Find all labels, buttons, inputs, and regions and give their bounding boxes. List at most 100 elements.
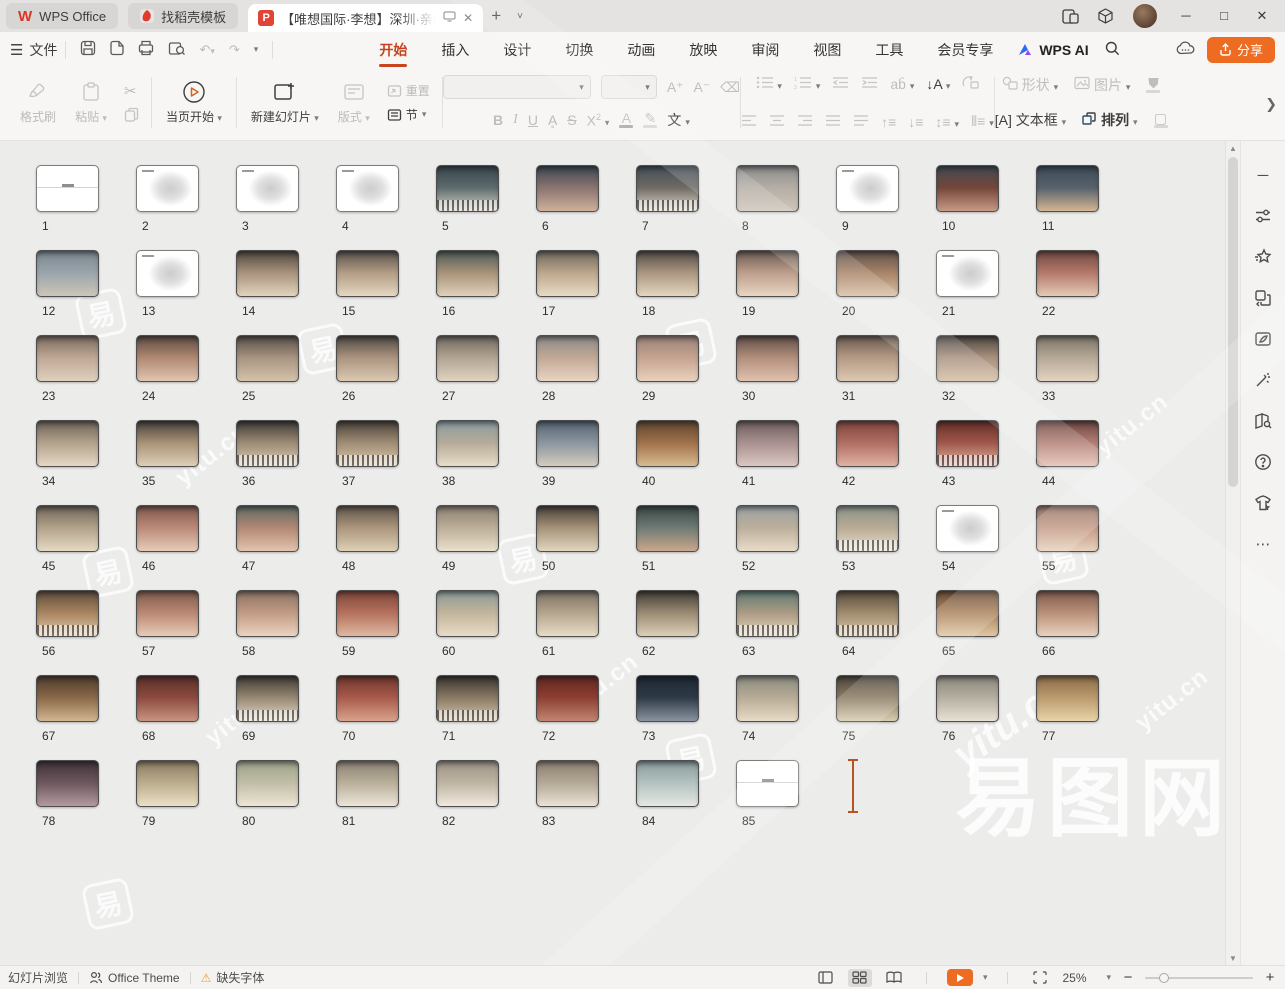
decrease-indent-button[interactable] xyxy=(832,76,849,92)
slide-thumbnail[interactable] xyxy=(436,505,499,552)
format-painter-button[interactable]: 格式刷 xyxy=(14,78,62,127)
decrease-font-icon[interactable]: A⁻ xyxy=(694,79,711,96)
search-icon[interactable] xyxy=(1105,41,1120,59)
share-button[interactable]: 分享 xyxy=(1207,37,1275,63)
slide-thumbnail[interactable] xyxy=(236,420,299,467)
wps-ai-button[interactable]: WPS AI xyxy=(1017,42,1088,58)
slide-thumbnail[interactable] xyxy=(736,590,799,637)
slide-thumbnail[interactable] xyxy=(636,250,699,297)
clear-format-icon[interactable]: ⌫ xyxy=(720,79,740,96)
effects-star-icon[interactable] xyxy=(1251,245,1275,269)
vertical-text-button[interactable]: ↓A ▾ xyxy=(926,76,950,92)
outline-color-button[interactable]: ▢ xyxy=(1154,113,1168,128)
justify-button[interactable] xyxy=(825,114,841,130)
slide-thumbnail[interactable] xyxy=(836,590,899,637)
align-right-button[interactable] xyxy=(797,114,813,130)
slide-thumbnail[interactable] xyxy=(236,505,299,552)
section-button[interactable]: 节 ▾ xyxy=(383,103,434,127)
line-spacing-button[interactable]: ↕≡ ▾ xyxy=(935,114,959,130)
multi-device-icon[interactable] xyxy=(1055,9,1086,24)
slide-thumbnail[interactable] xyxy=(136,420,199,467)
slide-thumbnail[interactable] xyxy=(236,760,299,807)
slide-thumbnail[interactable] xyxy=(536,760,599,807)
skin-theme-icon[interactable] xyxy=(1251,491,1275,515)
new-tab-button[interactable]: + xyxy=(483,6,509,26)
tab-animation[interactable]: 动画 xyxy=(625,34,657,66)
file-menu[interactable]: ☰ 文件 xyxy=(10,40,57,60)
find-assets-icon[interactable] xyxy=(1251,409,1275,433)
collapse-panel-icon[interactable]: ─ xyxy=(1251,163,1275,187)
tab-list-button[interactable]: ˅ xyxy=(509,11,531,22)
theme-button[interactable]: Office Theme xyxy=(89,971,180,985)
superscript-button[interactable]: X2 ▾ xyxy=(587,112,610,129)
slide-sorter-view-button[interactable] xyxy=(848,969,872,987)
slide-thumbnail[interactable] xyxy=(736,165,799,212)
slide-thumbnail[interactable] xyxy=(836,505,899,552)
slide-thumbnail[interactable] xyxy=(336,335,399,382)
user-avatar[interactable] xyxy=(1133,4,1157,28)
tab-insert[interactable]: 插入 xyxy=(439,34,471,66)
slide-thumbnail[interactable] xyxy=(1036,420,1099,467)
slide-thumbnail[interactable] xyxy=(36,590,99,637)
play-from-current-button[interactable]: 当页开始 ▾ xyxy=(160,78,228,127)
app-center-icon[interactable] xyxy=(1090,8,1121,25)
tab-view[interactable]: 视图 xyxy=(811,34,843,66)
italic-button[interactable]: I xyxy=(513,112,518,128)
slide-thumbnail[interactable] xyxy=(636,760,699,807)
text-direction-button[interactable]: ab̄ ▾ xyxy=(890,76,914,92)
tab-slideshow[interactable]: 放映 xyxy=(687,34,719,66)
increase-indent-button[interactable] xyxy=(861,76,878,92)
slide-thumbnail[interactable] xyxy=(936,165,999,212)
slide-thumbnail[interactable] xyxy=(636,590,699,637)
slide-thumbnail[interactable] xyxy=(336,590,399,637)
slide-thumbnail[interactable] xyxy=(936,335,999,382)
slide-thumbnail[interactable] xyxy=(636,675,699,722)
slide-thumbnail[interactable] xyxy=(436,335,499,382)
cut-button[interactable]: ✂ xyxy=(120,79,143,103)
slide-thumbnail[interactable] xyxy=(436,250,499,297)
slide-thumbnail[interactable] xyxy=(1036,250,1099,297)
slide-thumbnail[interactable] xyxy=(736,675,799,722)
tab-tools[interactable]: 工具 xyxy=(873,34,905,66)
font-family-select[interactable]: ▾ xyxy=(443,75,591,99)
slide-thumbnail[interactable] xyxy=(236,165,299,212)
normal-view-button[interactable] xyxy=(814,969,838,987)
zoom-slider[interactable] xyxy=(1145,977,1253,979)
undo-icon[interactable]: ↶▾ xyxy=(199,42,214,58)
slide-thumbnail[interactable] xyxy=(836,675,899,722)
slide-thumbnail[interactable] xyxy=(936,250,999,297)
cloud-sync-icon[interactable] xyxy=(1176,40,1195,59)
slide-thumbnail[interactable] xyxy=(936,675,999,722)
shapes-button[interactable]: 形状 ▾ xyxy=(1002,75,1058,95)
tab-home[interactable]: 开始 xyxy=(377,34,409,66)
tab-review[interactable]: 审阅 xyxy=(749,34,781,66)
screen-share-icon[interactable] xyxy=(443,11,456,25)
slide-thumbnail[interactable] xyxy=(36,505,99,552)
slide-thumbnail[interactable] xyxy=(1036,675,1099,722)
line-spacing-up-icon[interactable]: ↑≡ xyxy=(881,114,896,130)
distribute-button[interactable] xyxy=(853,114,869,130)
slide-thumbnail[interactable] xyxy=(436,165,499,212)
new-slide-button[interactable]: 新建幻灯片 ▾ xyxy=(245,78,325,127)
slide-thumbnail[interactable] xyxy=(336,165,399,212)
quick-access-caret-icon[interactable]: ▾ xyxy=(254,44,259,55)
tab-transition[interactable]: 切换 xyxy=(563,34,595,66)
fit-window-button[interactable] xyxy=(1028,969,1052,987)
slide-thumbnail[interactable] xyxy=(336,250,399,297)
slide-thumbnail[interactable] xyxy=(336,505,399,552)
font-size-select[interactable]: ▾ xyxy=(601,75,657,99)
slide-thumbnail[interactable] xyxy=(636,420,699,467)
slide-thumbnail[interactable] xyxy=(836,335,899,382)
slide-thumbnail[interactable] xyxy=(436,420,499,467)
strikethrough-button[interactable]: S xyxy=(567,112,576,128)
slide-thumbnail[interactable] xyxy=(536,250,599,297)
slide-thumbnail[interactable] xyxy=(36,420,99,467)
slide-thumbnail[interactable] xyxy=(1036,590,1099,637)
design-assistant-icon[interactable] xyxy=(1251,327,1275,351)
reading-view-button[interactable] xyxy=(882,969,906,987)
minimize-button[interactable]: ─ xyxy=(1169,0,1203,32)
slide-thumbnail[interactable] xyxy=(336,675,399,722)
slide-thumbnail[interactable] xyxy=(236,590,299,637)
slide-thumbnail[interactable] xyxy=(136,760,199,807)
slide-thumbnail[interactable] xyxy=(836,420,899,467)
